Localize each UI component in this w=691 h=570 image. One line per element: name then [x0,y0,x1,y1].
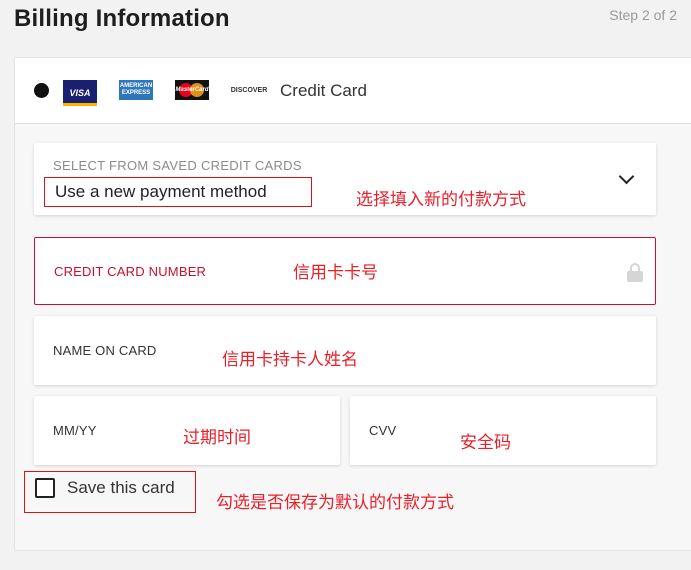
annotation-saved: 选择填入新的付款方式 [356,190,526,210]
mastercard-logo-text: MasterCard [175,87,209,93]
mastercard-logo: MasterCard [175,80,209,100]
step-indicator: Step 2 of 2 [609,7,677,23]
lock-icon [627,263,643,282]
annotation-expiry: 过期时间 [183,428,251,448]
visa-logo: VISA [63,80,97,106]
payment-method-row[interactable]: VISA AMERICAN EXPRESS MasterCard DISCOVE… [15,58,691,124]
saved-cards-label: SELECT FROM SAVED CREDIT CARDS [53,158,302,173]
expiry-label: MM/YY [53,423,97,438]
discover-logo: DISCOVER [231,80,267,100]
card-number-label: CREDIT CARD NUMBER [54,264,207,279]
annotation-cvv: 安全码 [460,433,511,453]
chevron-down-icon[interactable] [618,168,635,185]
amex-logo: AMERICAN EXPRESS [119,80,153,100]
name-on-card-label: NAME ON CARD [53,343,157,358]
annotation-box-save [24,471,196,513]
credit-card-radio[interactable] [35,84,48,97]
payment-method-label: Credit Card [280,81,367,100]
cvv-label: CVV [369,423,397,438]
annotation-card-number: 信用卡卡号 [293,263,378,283]
annotation-name: 信用卡持卡人姓名 [222,350,358,370]
page-title: Billing Information [14,5,230,32]
annotation-save: 勾选是否保存为默认的付款方式 [216,493,454,513]
annotation-box-saved [44,177,312,207]
